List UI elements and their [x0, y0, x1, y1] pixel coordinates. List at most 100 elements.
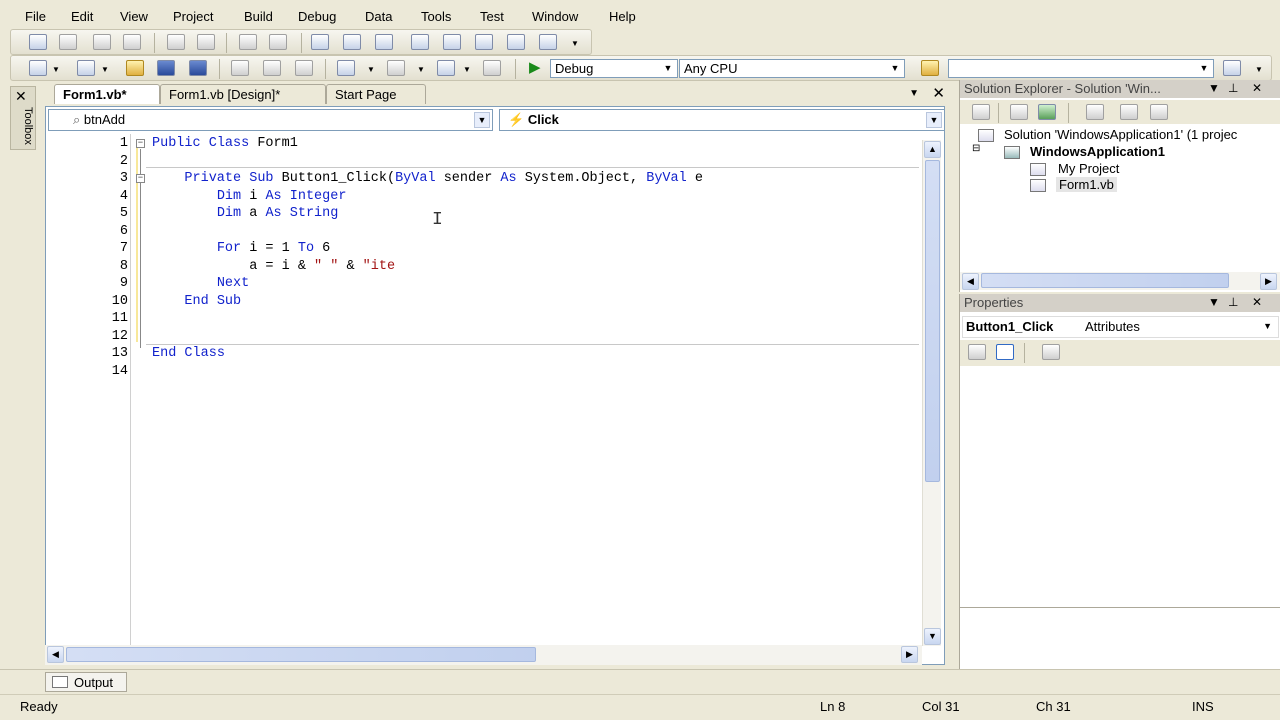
- code-line[interactable]: For i = 1 To 6: [152, 241, 330, 256]
- find-in-files-icon[interactable]: [921, 60, 939, 76]
- navigate-forward-icon[interactable]: [483, 60, 501, 76]
- find-icon[interactable]: [1223, 60, 1241, 76]
- tree-project[interactable]: WindowsApplication1: [1030, 144, 1165, 159]
- menu-window[interactable]: Window: [532, 9, 578, 24]
- code-area[interactable]: − − 1 2 3 4 5 6 7 8 9 10 11 12 13 14 Pub…: [46, 134, 919, 650]
- chevron-down-icon[interactable]: ▼: [1263, 321, 1272, 331]
- add-project-icon[interactable]: [29, 60, 47, 76]
- alphabetical-icon[interactable]: [996, 344, 1014, 360]
- chevron-down-icon[interactable]: ▼: [101, 65, 109, 74]
- save-all-icon[interactable]: [189, 60, 207, 76]
- menu-debug[interactable]: Debug: [298, 9, 336, 24]
- view-designer-icon[interactable]: [1120, 104, 1138, 120]
- chevron-down-icon[interactable]: ▼: [52, 65, 60, 74]
- chevron-down-icon[interactable]: ▼: [888, 61, 902, 76]
- object-selector-combo[interactable]: Button1_Click Attributes ▼: [962, 316, 1279, 338]
- collapse-icon[interactable]: −: [136, 174, 145, 183]
- tree-my-project[interactable]: My Project: [1058, 161, 1119, 176]
- clear-bookmarks-icon[interactable]: [539, 34, 557, 50]
- menu-view[interactable]: View: [120, 9, 148, 24]
- menu-build[interactable]: Build: [244, 9, 273, 24]
- menu-edit[interactable]: Edit: [71, 9, 93, 24]
- chevron-down-icon[interactable]: ▼: [1197, 61, 1211, 76]
- window-position-icon[interactable]: ▼: [1208, 81, 1220, 95]
- uncomment-lines-icon[interactable]: [269, 34, 287, 50]
- scroll-left-icon[interactable]: ◀: [47, 646, 64, 663]
- scroll-right-icon[interactable]: ▶: [901, 646, 918, 663]
- tab-form1-code[interactable]: Form1.vb*: [54, 84, 160, 104]
- solution-configuration-combo[interactable]: Debug ▼: [550, 59, 678, 78]
- view-class-diagram-icon[interactable]: [1150, 104, 1168, 120]
- outdent-icon[interactable]: [167, 34, 185, 50]
- tab-start-page[interactable]: Start Page: [326, 84, 426, 104]
- collapse-icon[interactable]: ⊟: [972, 143, 980, 154]
- close-icon[interactable]: ✕: [932, 84, 945, 102]
- chevron-down-icon[interactable]: ▼: [463, 65, 471, 74]
- toolbar-options-icon[interactable]: ▼: [571, 39, 579, 48]
- code-line[interactable]: Private Sub Button1_Click(ByVal sender A…: [152, 171, 703, 186]
- class-name-combo[interactable]: ⌕ btnAdd ▼: [48, 109, 493, 131]
- chevron-down-icon[interactable]: ▼: [367, 65, 375, 74]
- properties-icon[interactable]: [972, 104, 990, 120]
- menu-tools[interactable]: Tools: [421, 9, 451, 24]
- menu-file[interactable]: File: [25, 9, 46, 24]
- chevron-down-icon[interactable]: ▼: [417, 65, 425, 74]
- pointer-icon[interactable]: [93, 34, 111, 50]
- tree-form1-vb[interactable]: Form1.vb: [1056, 177, 1117, 192]
- code-line[interactable]: Dim a As String: [152, 206, 339, 221]
- cut-icon[interactable]: [231, 60, 249, 76]
- horizontal-scroll-thumb[interactable]: [66, 647, 536, 662]
- size-text-icon[interactable]: [123, 34, 141, 50]
- add-item-icon[interactable]: [77, 60, 95, 76]
- next-bookmark-folder-icon[interactable]: [443, 34, 461, 50]
- refresh-icon[interactable]: [1038, 104, 1056, 120]
- next-bookmark-icon[interactable]: [375, 34, 393, 50]
- scroll-up-icon[interactable]: ▲: [924, 141, 941, 158]
- code-editor[interactable]: ⌕ btnAdd ▼ ⚡ Click ▼ − − 1 2 3 4 5 6 7 8…: [45, 106, 945, 665]
- code-line[interactable]: Next: [152, 276, 249, 291]
- redo-icon[interactable]: [387, 60, 405, 76]
- code-line-current[interactable]: a = i & " " & "ite: [152, 259, 395, 274]
- paste-icon[interactable]: [295, 60, 313, 76]
- comment-lines-icon[interactable]: [239, 34, 257, 50]
- categorized-icon[interactable]: [968, 344, 986, 360]
- code-line[interactable]: End Class: [152, 346, 225, 361]
- code-line[interactable]: Dim i As Integer: [152, 189, 347, 204]
- prev-bookmark-folder-icon[interactable]: [411, 34, 429, 50]
- active-files-dropdown-icon[interactable]: ▼: [909, 88, 919, 99]
- code-line[interactable]: Public Class Form1: [152, 136, 298, 151]
- se-horizontal-scrollbar[interactable]: ◀ ▶: [960, 272, 1280, 290]
- view-code-icon[interactable]: [1086, 104, 1104, 120]
- align-grid-icon[interactable]: [29, 34, 47, 50]
- show-all-files-icon[interactable]: [1010, 104, 1028, 120]
- tab-form1-design[interactable]: Form1.vb [Design]*: [160, 84, 326, 104]
- se-scroll-thumb[interactable]: [981, 273, 1229, 288]
- collapse-icon[interactable]: −: [136, 139, 145, 148]
- close-icon[interactable]: ✕: [1252, 81, 1262, 95]
- chevron-down-icon[interactable]: ▼: [474, 112, 490, 128]
- find-combo[interactable]: ▼: [948, 59, 1214, 78]
- copy-icon[interactable]: [263, 60, 281, 76]
- indent-icon[interactable]: [197, 34, 215, 50]
- scroll-left-icon[interactable]: ◀: [962, 273, 979, 290]
- tree-solution[interactable]: Solution 'WindowsApplication1' (1 projec: [1004, 127, 1237, 142]
- close-icon[interactable]: ✕: [1252, 295, 1262, 309]
- code-line[interactable]: End Sub: [152, 294, 241, 309]
- vertical-scrollbar[interactable]: ▲ ▼: [922, 140, 941, 646]
- align-lefts-icon[interactable]: [59, 34, 77, 50]
- method-name-combo[interactable]: ⚡ Click ▼: [499, 109, 945, 131]
- scroll-right-icon[interactable]: ▶: [1260, 273, 1277, 290]
- chevron-down-icon[interactable]: ▼: [926, 112, 942, 128]
- chevron-down-icon[interactable]: ▼: [661, 61, 675, 76]
- bookmark-icon[interactable]: [311, 34, 329, 50]
- scroll-down-icon[interactable]: ▼: [924, 628, 941, 645]
- horizontal-scrollbar[interactable]: ◀ ▶: [45, 645, 922, 665]
- solution-platform-combo[interactable]: Any CPU ▼: [679, 59, 905, 78]
- menu-test[interactable]: Test: [480, 9, 504, 24]
- save-icon[interactable]: [157, 60, 175, 76]
- navigate-backward-icon[interactable]: [437, 60, 455, 76]
- vertical-scroll-thumb[interactable]: [925, 160, 940, 482]
- open-file-icon[interactable]: [126, 60, 144, 76]
- output-tab[interactable]: Output: [45, 672, 127, 692]
- menu-data[interactable]: Data: [365, 9, 392, 24]
